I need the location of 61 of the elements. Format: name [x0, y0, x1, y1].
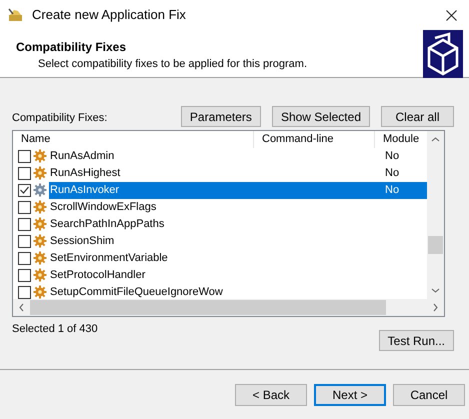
list-row[interactable]: RunAsInvoker No: [49, 182, 427, 198]
checkbox[interactable]: [18, 184, 31, 196]
dialog-button[interactable]: Test Run...: [378, 330, 454, 351]
fix-name: SearchPathInAppPaths: [49, 216, 166, 232]
gear-icon: [33, 251, 47, 265]
checkbox[interactable]: [18, 200, 31, 214]
dialog-button[interactable]: Cancel: [393, 384, 465, 406]
dialog-button[interactable]: < Back: [235, 384, 307, 406]
list-row[interactable]: ScrollWindowExFlags: [49, 198, 427, 216]
selection-status: Selected 1 of 430: [12, 322, 98, 337]
fix-name: SessionShim: [49, 234, 116, 249]
checkbox[interactable]: [18, 286, 31, 298]
gear-icon: [33, 234, 47, 248]
horizontal-scrollbar[interactable]: [13, 299, 444, 316]
gear-icon: [33, 268, 47, 282]
checkbox[interactable]: [18, 218, 31, 230]
fix-name: RunAsAdmin: [49, 148, 116, 164]
checkbox[interactable]: [18, 150, 31, 162]
fix-name: SetupCommitFileQueueIgnoreWow: [49, 284, 224, 299]
header-title: Compatibility Fixes: [16, 39, 128, 56]
list-row[interactable]: SearchPathInAppPaths: [49, 216, 427, 232]
column-header[interactable]: Command-line: [254, 131, 375, 148]
gear-icon: [33, 183, 47, 197]
gear-icon: [33, 217, 47, 231]
gear-icon: [33, 166, 47, 180]
checkbox[interactable]: [18, 166, 31, 180]
fix-name: RunAsHighest: [49, 166, 122, 181]
list-row[interactable]: RunAsHighest No: [49, 164, 427, 182]
module-value: No: [385, 182, 400, 198]
checkbox[interactable]: [18, 268, 31, 282]
scrollbar-thumb[interactable]: [30, 300, 386, 315]
checkbox[interactable]: [18, 252, 31, 264]
window-title: Create new Application Fix: [32, 6, 187, 24]
dialog-button[interactable]: Show Selected: [272, 106, 370, 127]
check-icon: [20, 186, 29, 194]
gear-icon: [33, 200, 47, 214]
list-row[interactable]: SetProtocolHandler: [49, 266, 427, 284]
dialog-button[interactable]: Next >: [314, 384, 386, 406]
list-row[interactable]: SessionShim: [49, 232, 427, 250]
gear-icon: [33, 149, 47, 163]
module-value: No: [385, 148, 400, 164]
list-row[interactable]: RunAsAdmin No: [49, 148, 427, 164]
fix-name: SetEnvironmentVariable: [49, 250, 169, 266]
column-header[interactable]: Name: [13, 131, 254, 148]
fix-name: RunAsInvoker: [49, 182, 120, 198]
column-header[interactable]: Module: [375, 131, 428, 148]
gear-icon: [33, 285, 47, 299]
list-row[interactable]: SetEnvironmentVariable: [49, 250, 427, 266]
fix-name: ScrollWindowExFlags: [49, 200, 158, 215]
dialog-button[interactable]: Clear all: [381, 106, 454, 127]
vertical-scrollbar[interactable]: [427, 131, 444, 299]
scrollbar-thumb[interactable]: [428, 236, 443, 254]
dialog-button[interactable]: Parameters: [180, 106, 261, 127]
list-row[interactable]: SetupCommitFileQueueIgnoreWow: [49, 284, 427, 299]
checkbox[interactable]: [18, 234, 31, 248]
close-icon[interactable]: [446, 10, 457, 20]
header-subtitle: Select compatibility fixes to be applied for this program.: [37, 57, 308, 72]
fix-name: SetProtocolHandler: [49, 268, 146, 283]
app-icon: [8, 8, 24, 22]
module-value: No: [385, 166, 400, 181]
fixes-label: Compatibility Fixes:: [12, 110, 108, 126]
